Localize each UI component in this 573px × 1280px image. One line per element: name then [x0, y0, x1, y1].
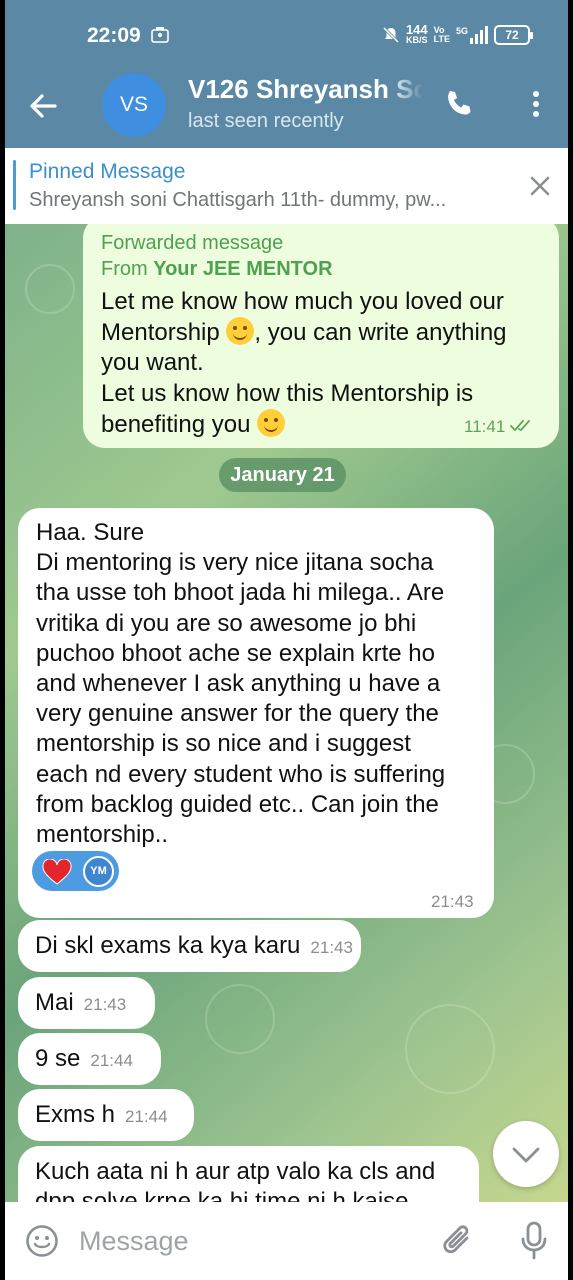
chevron-down-icon	[512, 1147, 540, 1163]
message-input[interactable]	[79, 1220, 419, 1262]
wallpaper-doodle	[205, 984, 275, 1054]
avatar[interactable]: VS	[102, 73, 166, 137]
message-input-bar	[5, 1202, 568, 1280]
incoming-message-bubble[interactable]: Mai 21:43	[18, 977, 155, 1029]
more-options-icon[interactable]	[524, 86, 548, 122]
pinned-title: Pinned Message	[29, 160, 186, 183]
chat-area[interactable]: Forwarded message From Your JEE MENTOR L…	[5, 224, 568, 1202]
volte-indicator: Vo LTE	[433, 25, 450, 44]
smile-emoji-icon	[257, 408, 286, 437]
incoming-message-bubble[interactable]: Di skl exams ka kya karu 21:43	[18, 920, 361, 972]
message-time: 21:43	[431, 892, 474, 911]
incoming-message-bubble[interactable]: Haa. Sure Di mentoring is very nice jita…	[18, 508, 494, 918]
message-time: 21:44	[125, 1107, 168, 1126]
smile-emoji-icon	[226, 317, 255, 346]
emoji-icon[interactable]	[25, 1224, 59, 1258]
status-icons: 144 KB/S Vo LTE 5G 72	[382, 22, 533, 46]
notification-icon	[151, 27, 169, 43]
message-time: 21:43	[83, 995, 127, 1014]
forwarded-from[interactable]: From Your JEE MENTOR	[101, 256, 541, 282]
wallpaper-doodle	[25, 264, 75, 314]
last-seen-status: last seen recently	[188, 110, 344, 132]
message-time: 21:43	[310, 938, 353, 957]
message-time: 21:44	[90, 1051, 133, 1070]
wallpaper-doodle	[405, 1004, 495, 1094]
date-separator: January 21	[219, 458, 346, 492]
forwarded-label: Forwarded message	[101, 232, 284, 254]
network-speed: 144 KB/S	[405, 22, 428, 45]
message-meta: 11:41	[464, 412, 534, 442]
mute-icon	[382, 26, 399, 44]
pinned-text: Shreyansh soni Chattisgarh 11th- dummy, …	[29, 189, 447, 211]
forwarded-message-bubble[interactable]: Forwarded message From Your JEE MENTOR L…	[83, 224, 559, 448]
pinned-message-bar[interactable]: Pinned Message Shreyansh soni Chattisgar…	[5, 148, 568, 224]
attach-icon[interactable]	[439, 1222, 477, 1260]
double-check-icon	[510, 420, 530, 431]
message-text: Mai	[35, 989, 74, 1016]
back-arrow-icon[interactable]	[25, 88, 61, 124]
incoming-message-bubble[interactable]: Kuch aata ni h aur atp valo ka cls and d…	[18, 1146, 479, 1202]
status-time: 22:09	[87, 24, 141, 47]
microphone-icon[interactable]	[519, 1220, 549, 1262]
incoming-message-bubble[interactable]: 9 se 21:44	[18, 1033, 161, 1085]
signal-icon: 5G	[456, 26, 488, 44]
scroll-down-button[interactable]	[493, 1121, 559, 1187]
message-text: Di skl exams ka kya karu	[35, 932, 301, 959]
message-text: 9 se	[35, 1045, 81, 1072]
battery-icon: 72	[494, 25, 533, 45]
reaction-avatar: YM	[83, 856, 114, 887]
phone-call-icon[interactable]	[441, 86, 477, 122]
chat-title[interactable]: V126 Shreyansh Soni	[188, 74, 423, 105]
message-text: Exms h	[35, 1101, 116, 1128]
pinned-indicator	[13, 160, 16, 210]
incoming-message-bubble[interactable]: Exms h 21:44	[18, 1089, 194, 1141]
close-icon[interactable]	[528, 174, 552, 198]
status-bar: 22:09 144 KB/S Vo LTE 5G 72	[5, 0, 568, 70]
chat-header: VS V126 Shreyansh Soni last seen recentl…	[5, 70, 568, 148]
reaction-chip[interactable]: YM	[32, 851, 119, 891]
phone-screen: 22:09 144 KB/S Vo LTE 5G 72 VS V126 Shre…	[5, 0, 568, 1280]
heart-icon	[42, 859, 72, 885]
